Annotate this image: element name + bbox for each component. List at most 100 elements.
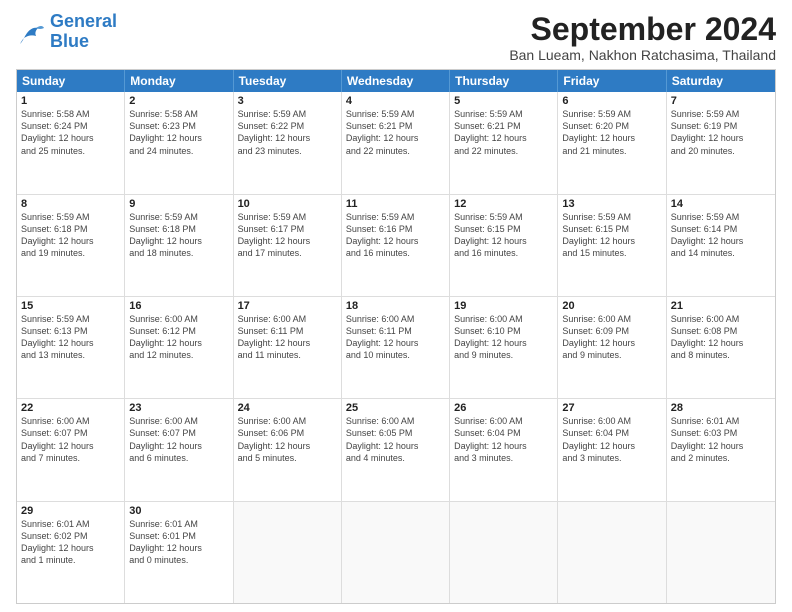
- cell-line: Sunrise: 5:59 AM: [562, 108, 661, 120]
- cell-line: and 9 minutes.: [562, 349, 661, 361]
- calendar-cell-8: 8Sunrise: 5:59 AMSunset: 6:18 PMDaylight…: [17, 195, 125, 296]
- cell-line: Sunrise: 6:01 AM: [21, 518, 120, 530]
- cell-line: and 22 minutes.: [346, 145, 445, 157]
- cell-line: and 7 minutes.: [21, 452, 120, 464]
- calendar-cell-30: 30Sunrise: 6:01 AMSunset: 6:01 PMDayligh…: [125, 502, 233, 603]
- cell-details: Sunrise: 6:01 AMSunset: 6:03 PMDaylight:…: [671, 415, 771, 464]
- calendar-cell-4: 4Sunrise: 5:59 AMSunset: 6:21 PMDaylight…: [342, 92, 450, 193]
- day-number: 1: [21, 95, 120, 107]
- calendar-cell-13: 13Sunrise: 5:59 AMSunset: 6:15 PMDayligh…: [558, 195, 666, 296]
- calendar-cell-7: 7Sunrise: 5:59 AMSunset: 6:19 PMDaylight…: [667, 92, 775, 193]
- calendar-cell-empty: [234, 502, 342, 603]
- calendar-cell-17: 17Sunrise: 6:00 AMSunset: 6:11 PMDayligh…: [234, 297, 342, 398]
- day-number: 24: [238, 402, 337, 414]
- day-number: 5: [454, 95, 553, 107]
- title-block: September 2024 Ban Lueam, Nakhon Ratchas…: [509, 12, 776, 63]
- cell-line: Daylight: 12 hours: [129, 542, 228, 554]
- calendar-cell-1: 1Sunrise: 5:58 AMSunset: 6:24 PMDaylight…: [17, 92, 125, 193]
- calendar-cell-empty: [558, 502, 666, 603]
- cell-details: Sunrise: 5:59 AMSunset: 6:14 PMDaylight:…: [671, 211, 771, 260]
- cell-line: Sunrise: 6:00 AM: [346, 313, 445, 325]
- day-header-monday: Monday: [125, 70, 233, 92]
- cell-line: and 16 minutes.: [454, 247, 553, 259]
- day-header-friday: Friday: [558, 70, 666, 92]
- day-number: 8: [21, 198, 120, 210]
- cell-line: Daylight: 12 hours: [346, 337, 445, 349]
- day-number: 12: [454, 198, 553, 210]
- cell-line: and 6 minutes.: [129, 452, 228, 464]
- calendar-cell-25: 25Sunrise: 6:00 AMSunset: 6:05 PMDayligh…: [342, 399, 450, 500]
- cell-line: Daylight: 12 hours: [21, 235, 120, 247]
- cell-line: Sunset: 6:22 PM: [238, 120, 337, 132]
- cell-line: and 13 minutes.: [21, 349, 120, 361]
- cell-line: Daylight: 12 hours: [238, 235, 337, 247]
- cell-line: and 9 minutes.: [454, 349, 553, 361]
- cell-line: Sunset: 6:04 PM: [454, 427, 553, 439]
- cell-line: and 14 minutes.: [671, 247, 771, 259]
- cell-line: Sunrise: 6:00 AM: [129, 415, 228, 427]
- cell-details: Sunrise: 6:00 AMSunset: 6:07 PMDaylight:…: [21, 415, 120, 464]
- day-number: 27: [562, 402, 661, 414]
- cell-details: Sunrise: 6:01 AMSunset: 6:02 PMDaylight:…: [21, 518, 120, 567]
- cell-line: Sunrise: 6:00 AM: [454, 415, 553, 427]
- calendar-cell-18: 18Sunrise: 6:00 AMSunset: 6:11 PMDayligh…: [342, 297, 450, 398]
- day-number: 4: [346, 95, 445, 107]
- cell-line: Daylight: 12 hours: [21, 440, 120, 452]
- cell-line: Sunset: 6:18 PM: [129, 223, 228, 235]
- cell-line: Sunset: 6:24 PM: [21, 120, 120, 132]
- cell-line: Sunset: 6:17 PM: [238, 223, 337, 235]
- cell-details: Sunrise: 6:00 AMSunset: 6:05 PMDaylight:…: [346, 415, 445, 464]
- day-number: 17: [238, 300, 337, 312]
- calendar-cell-23: 23Sunrise: 6:00 AMSunset: 6:07 PMDayligh…: [125, 399, 233, 500]
- day-number: 28: [671, 402, 771, 414]
- cell-line: and 8 minutes.: [671, 349, 771, 361]
- calendar-row-2: 15Sunrise: 5:59 AMSunset: 6:13 PMDayligh…: [17, 296, 775, 398]
- cell-line: Sunset: 6:16 PM: [346, 223, 445, 235]
- cell-line: and 15 minutes.: [562, 247, 661, 259]
- cell-line: Daylight: 12 hours: [129, 337, 228, 349]
- cell-line: Sunset: 6:06 PM: [238, 427, 337, 439]
- cell-line: Sunset: 6:01 PM: [129, 530, 228, 542]
- cell-details: Sunrise: 6:00 AMSunset: 6:09 PMDaylight:…: [562, 313, 661, 362]
- cell-line: and 11 minutes.: [238, 349, 337, 361]
- calendar-cell-empty: [450, 502, 558, 603]
- cell-details: Sunrise: 5:59 AMSunset: 6:15 PMDaylight:…: [562, 211, 661, 260]
- cell-line: Sunset: 6:12 PM: [129, 325, 228, 337]
- cell-line: Sunset: 6:23 PM: [129, 120, 228, 132]
- calendar-row-1: 8Sunrise: 5:59 AMSunset: 6:18 PMDaylight…: [17, 194, 775, 296]
- cell-line: and 22 minutes.: [454, 145, 553, 157]
- cell-details: Sunrise: 5:59 AMSunset: 6:13 PMDaylight:…: [21, 313, 120, 362]
- cell-details: Sunrise: 5:59 AMSunset: 6:17 PMDaylight:…: [238, 211, 337, 260]
- cell-line: and 21 minutes.: [562, 145, 661, 157]
- cell-details: Sunrise: 6:01 AMSunset: 6:01 PMDaylight:…: [129, 518, 228, 567]
- cell-line: Sunrise: 5:59 AM: [671, 108, 771, 120]
- calendar-cell-19: 19Sunrise: 6:00 AMSunset: 6:10 PMDayligh…: [450, 297, 558, 398]
- calendar-cell-11: 11Sunrise: 5:59 AMSunset: 6:16 PMDayligh…: [342, 195, 450, 296]
- cell-details: Sunrise: 5:59 AMSunset: 6:21 PMDaylight:…: [346, 108, 445, 157]
- cell-line: and 3 minutes.: [562, 452, 661, 464]
- cell-line: Sunset: 6:20 PM: [562, 120, 661, 132]
- day-number: 13: [562, 198, 661, 210]
- cell-line: and 1 minute.: [21, 554, 120, 566]
- cell-line: Sunset: 6:13 PM: [21, 325, 120, 337]
- cell-line: Sunrise: 6:00 AM: [129, 313, 228, 325]
- day-number: 19: [454, 300, 553, 312]
- cell-details: Sunrise: 6:00 AMSunset: 6:11 PMDaylight:…: [346, 313, 445, 362]
- cell-line: Daylight: 12 hours: [129, 235, 228, 247]
- cell-line: and 3 minutes.: [454, 452, 553, 464]
- day-header-wednesday: Wednesday: [342, 70, 450, 92]
- cell-details: Sunrise: 5:59 AMSunset: 6:22 PMDaylight:…: [238, 108, 337, 157]
- cell-line: Daylight: 12 hours: [562, 235, 661, 247]
- day-number: 18: [346, 300, 445, 312]
- cell-line: Sunset: 6:07 PM: [129, 427, 228, 439]
- cell-line: and 23 minutes.: [238, 145, 337, 157]
- day-number: 25: [346, 402, 445, 414]
- cell-line: Sunrise: 5:59 AM: [346, 108, 445, 120]
- cell-line: and 4 minutes.: [346, 452, 445, 464]
- day-header-saturday: Saturday: [667, 70, 775, 92]
- cell-line: Sunrise: 5:59 AM: [346, 211, 445, 223]
- calendar-cell-22: 22Sunrise: 6:00 AMSunset: 6:07 PMDayligh…: [17, 399, 125, 500]
- cell-line: Sunrise: 5:59 AM: [454, 211, 553, 223]
- cell-line: and 0 minutes.: [129, 554, 228, 566]
- day-number: 3: [238, 95, 337, 107]
